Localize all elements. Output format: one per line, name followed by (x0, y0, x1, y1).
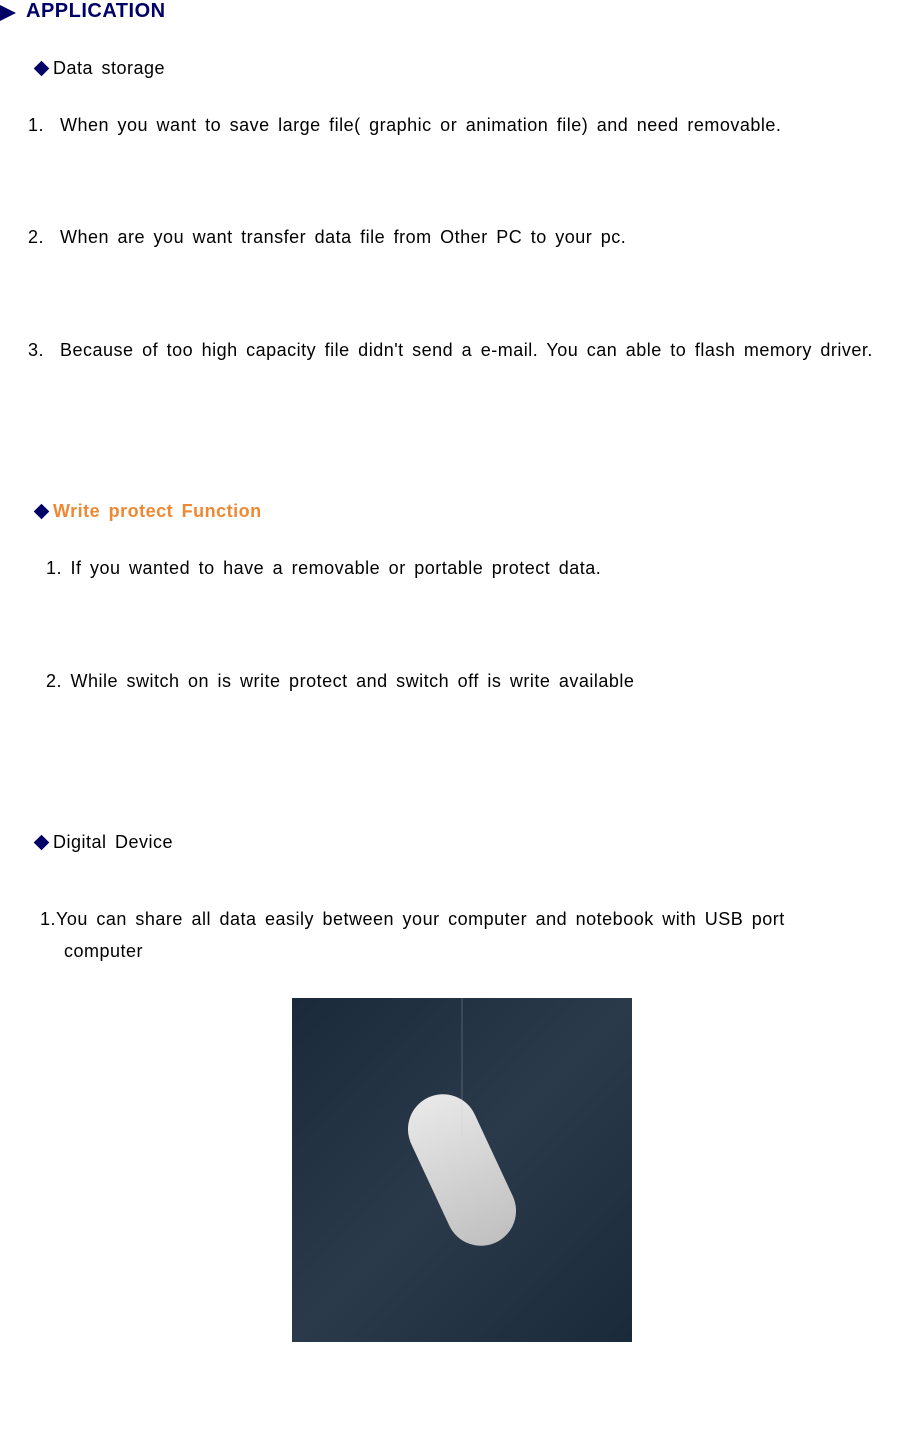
list-number: 1. (40, 903, 56, 935)
subsection-write-protect: Write protect Function (0, 501, 924, 522)
list-number: 1. (28, 109, 44, 141)
list-number: 3. (28, 334, 44, 366)
list-item: 3. Because of too high capacity file did… (0, 334, 924, 366)
list-item: 2. When are you want transfer data file … (0, 221, 924, 253)
diamond-icon (34, 61, 50, 77)
triangle-right-icon (0, 5, 16, 21)
subsection-digital-device: Digital Device (0, 832, 924, 853)
list-text: computer (40, 935, 924, 967)
list-item: 2. While switch on is write protect and … (0, 665, 924, 697)
list-item: 1. You can share all data easily between… (0, 903, 924, 968)
diamond-icon (34, 835, 50, 851)
page-title: APPLICATION (26, 0, 166, 23)
subsection-data-storage: Data storage (0, 58, 924, 79)
subsection-label: Write protect Function (53, 501, 262, 522)
list-text: When you want to save large file( graphi… (60, 109, 924, 141)
list-item: 1. If you wanted to have a removable or … (0, 552, 924, 584)
list-text: Because of too high capacity file didn't… (60, 334, 924, 366)
list-text: You can share all data easily between yo… (56, 903, 785, 935)
list-text: 2. While switch on is write protect and … (46, 671, 634, 691)
subsection-label: Data storage (53, 58, 165, 79)
subsection-label: Digital Device (53, 832, 173, 853)
diamond-icon (34, 504, 50, 520)
list-text: 1. If you wanted to have a removable or … (46, 558, 601, 578)
list-number: 2. (28, 221, 44, 253)
section-header: APPLICATION (0, 0, 924, 23)
product-image-container (0, 998, 924, 1347)
list-item: 1. When you want to save large file( gra… (0, 109, 924, 141)
product-image (292, 998, 632, 1342)
list-text: When are you want transfer data file fro… (60, 221, 924, 253)
